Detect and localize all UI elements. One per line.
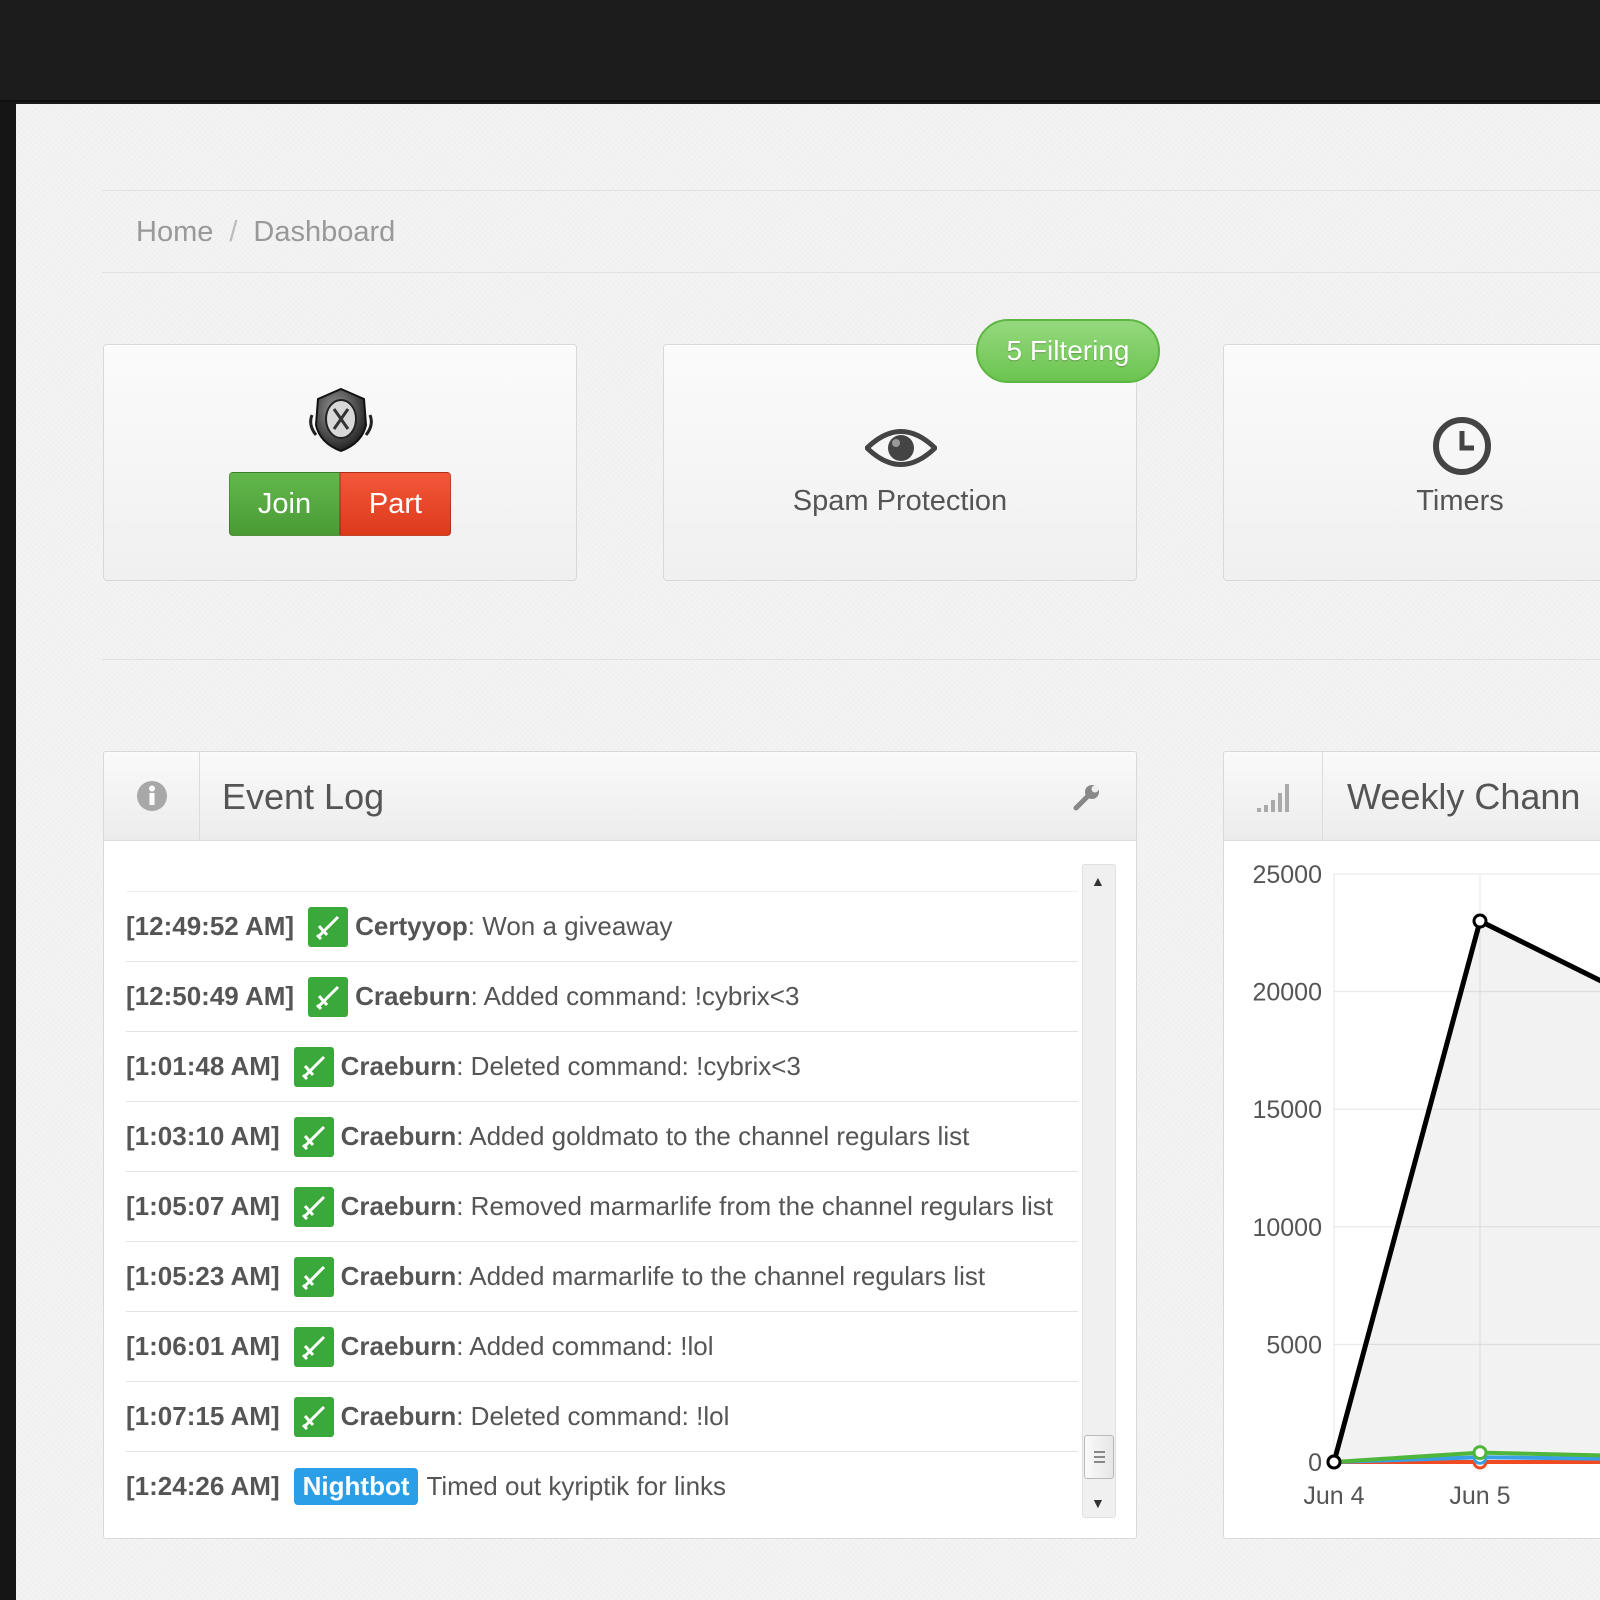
main-content: Home / Dashboard Join Part 5 Filtering Spa…: [16, 104, 1600, 1600]
y-tick-label: 15000: [1252, 1096, 1322, 1124]
log-timestamp: [1:03:10 AM]: [126, 1121, 280, 1151]
log-message: : Removed marmarlife from the channel re…: [456, 1191, 1053, 1221]
log-timestamp: [1:05:07 AM]: [126, 1191, 280, 1221]
y-tick-label: 10000: [1252, 1214, 1322, 1242]
list-item: [1:03:10 AM] Craeburn: Added goldmato to …: [126, 1102, 1078, 1172]
event-log-title: Event Log: [222, 776, 385, 817]
grip-line: [1094, 1456, 1105, 1458]
event-log-scrollbar[interactable]: ▲ ▼: [1082, 864, 1116, 1518]
list-item: [1:07:15 AM] Craeburn: Deleted command: !…: [126, 1382, 1078, 1452]
list-item: [1:06:01 AM] Craeburn: Added command: !lo…: [126, 1312, 1078, 1382]
wrench-icon[interactable]: [1072, 782, 1102, 812]
bot-tile: Join Part: [103, 344, 577, 581]
log-timestamp: [12:50:49 AM]: [126, 981, 295, 1011]
log-timestamp: [1:01:48 AM]: [126, 1051, 280, 1081]
divider: [102, 659, 1600, 660]
part-button[interactable]: Part: [340, 472, 451, 536]
list-item: [126, 842, 1078, 892]
clock-icon: [1433, 417, 1491, 475]
join-button[interactable]: Join: [229, 472, 340, 536]
data-point[interactable]: [1326, 1454, 1342, 1470]
divider: [102, 190, 1600, 191]
event-log-list: [12:49:52 AM] Certyyop: Won a giveaway [12…: [126, 842, 1078, 1518]
scroll-down-arrow-icon[interactable]: ▼: [1091, 1495, 1105, 1511]
log-username[interactable]: Craeburn: [341, 1121, 457, 1152]
list-item: [1:05:07 AM] Craeburn: Removed marmarlife…: [126, 1172, 1078, 1242]
spam-protection-label: Spam Protection: [792, 485, 1008, 517]
list-item: [12:49:52 AM] Certyyop: Won a giveaway: [126, 892, 1078, 962]
moderator-sword-icon: [293, 1046, 334, 1087]
log-timestamp: [1:07:15 AM]: [126, 1401, 280, 1431]
breadcrumb-current: Dashboard: [253, 216, 396, 248]
filtering-badge: 5 Filtering: [976, 319, 1160, 383]
data-point[interactable]: [1472, 1445, 1488, 1461]
spam-protection-tile[interactable]: 5 Filtering Spam Protection: [663, 319, 1160, 581]
x-tick-label: Jun 4: [1303, 1482, 1364, 1510]
event-log-header: Event Log: [104, 752, 1136, 841]
top-navbar: [0, 0, 1600, 102]
log-message: : Added command: !cybrix<3: [470, 981, 800, 1011]
log-username[interactable]: Craeburn: [355, 981, 471, 1012]
log-message: : Added command: !lol: [456, 1331, 714, 1361]
info-icon: [137, 781, 167, 811]
y-tick-label: 5000: [1266, 1331, 1322, 1359]
join-part-button-group: Join Part: [229, 472, 451, 536]
moderator-sword-icon: [293, 1396, 334, 1437]
breadcrumb-separator: /: [229, 216, 238, 248]
log-message: : Deleted command: !cybrix<3: [456, 1051, 801, 1081]
breadcrumb: Home / Dashboard: [136, 216, 395, 249]
log-username[interactable]: Craeburn: [341, 1331, 457, 1362]
log-message: : Deleted command: !lol: [456, 1401, 730, 1431]
scrollbar-thumb[interactable]: [1084, 1435, 1114, 1479]
list-item: [1:05:23 AM] Craeburn: Added marmarlife t…: [126, 1242, 1078, 1312]
signal-bars-icon: [1257, 784, 1289, 812]
list-item: [1:01:48 AM] Craeburn: Deleted command: !…: [126, 1032, 1078, 1102]
moderator-sword-icon: [293, 1116, 334, 1157]
series-area: [1334, 921, 1600, 1462]
weekly-chart-title: Weekly Chann: [1347, 776, 1581, 817]
y-tick-label: 0: [1308, 1449, 1322, 1477]
timers-tile[interactable]: Timers: [1223, 344, 1600, 581]
nightbot-badge: Nightbot: [293, 1468, 419, 1505]
event-log-icon-box: [104, 752, 200, 840]
log-timestamp: [1:05:23 AM]: [126, 1261, 280, 1291]
log-message: : Added goldmato to the channel regulars…: [456, 1121, 970, 1151]
log-username[interactable]: Craeburn: [341, 1191, 457, 1222]
moderator-sword-icon: [308, 906, 349, 947]
moderator-sword-icon: [308, 976, 349, 1017]
weekly-chart-icon-box: [1224, 752, 1323, 840]
divider: [102, 272, 1600, 273]
log-timestamp: [12:49:52 AM]: [126, 911, 295, 941]
bot-shield-icon: [309, 387, 373, 453]
moderator-sword-icon: [293, 1326, 334, 1367]
log-timestamp: [1:24:26 AM]: [126, 1471, 280, 1501]
list-item: [12:50:49 AM] Craeburn: Added command: !c…: [126, 962, 1078, 1032]
log-message: : Won a giveaway: [467, 911, 673, 941]
weekly-chart-header: Weekly Chann: [1224, 752, 1600, 841]
y-tick-label: 25000: [1252, 861, 1322, 889]
list-item: [1:24:26 AM] Nightbot Timed out kyriptik f…: [126, 1452, 1078, 1518]
log-username[interactable]: Craeburn: [341, 1401, 457, 1432]
timers-label: Timers: [1416, 485, 1504, 517]
event-log-panel: Event Log [12:49:52 AM] Certyyop: Won a g…: [103, 751, 1137, 1539]
log-username[interactable]: Certyyop: [355, 911, 468, 942]
eye-icon: [865, 429, 937, 467]
grip-line: [1094, 1451, 1105, 1453]
weekly-chart-panel: Weekly Chann 25000 20000 15000 10000 5000 0 Ju…: [1223, 751, 1600, 1539]
grip-line: [1094, 1461, 1105, 1463]
x-tick-label: Jun 5: [1449, 1482, 1510, 1510]
data-point[interactable]: [1472, 913, 1488, 929]
log-message: : Added marmarlife to the channel regula…: [456, 1261, 986, 1291]
log-message: Timed out kyriptik for links: [426, 1471, 727, 1501]
moderator-sword-icon: [293, 1256, 334, 1297]
weekly-chart: 25000 20000 15000 10000 5000 0 Jun 4 Jun 5: [1252, 861, 1600, 1510]
log-username[interactable]: Craeburn: [341, 1261, 457, 1292]
y-tick-label: 20000: [1252, 979, 1322, 1007]
breadcrumb-home-link[interactable]: Home: [136, 216, 213, 248]
sidebar-strip: [0, 102, 16, 1600]
log-timestamp: [1:06:01 AM]: [126, 1331, 280, 1361]
log-username[interactable]: Craeburn: [341, 1051, 457, 1082]
moderator-sword-icon: [293, 1186, 334, 1227]
scroll-up-arrow-icon[interactable]: ▲: [1091, 873, 1105, 889]
